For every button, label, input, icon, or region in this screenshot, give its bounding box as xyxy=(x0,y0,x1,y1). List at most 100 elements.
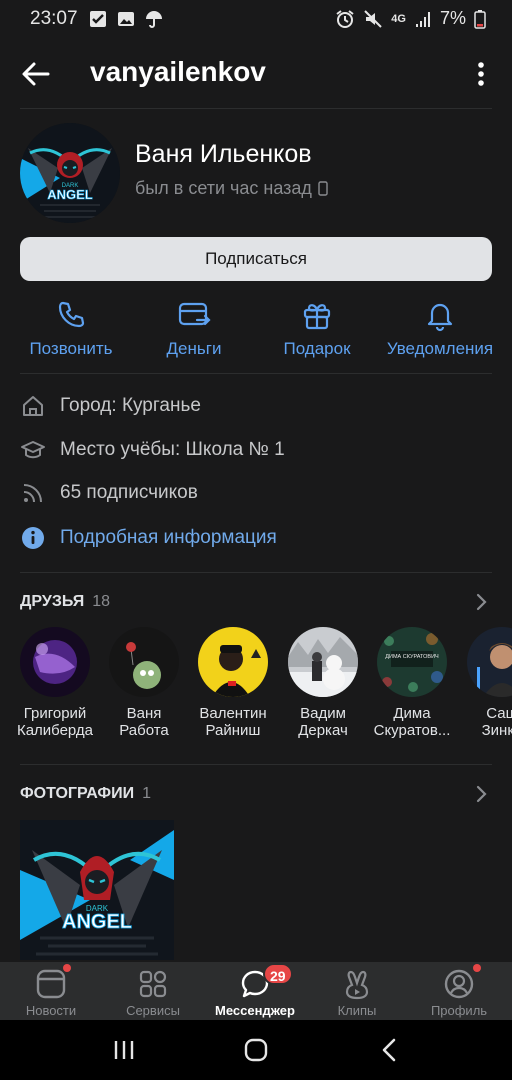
photo-thumbnail[interactable]: DARK ANGEL xyxy=(20,820,174,960)
unread-badge: 29 xyxy=(263,963,293,985)
friend-item[interactable]: СашЗинке xyxy=(456,627,512,747)
notification-dot xyxy=(63,964,71,972)
divider xyxy=(20,373,492,374)
friend-item[interactable]: Ваня Работа xyxy=(98,627,190,747)
friend-avatar xyxy=(109,627,179,697)
notifications-label: Уведомления xyxy=(386,339,494,358)
page-title: vanyailenkov xyxy=(90,56,266,87)
bell-icon xyxy=(427,303,453,332)
mute-icon xyxy=(364,9,383,28)
friends-header[interactable]: ДРУЗЬЯ 18 xyxy=(20,587,492,617)
system-back-icon[interactable] xyxy=(374,1034,406,1066)
money-transfer-icon xyxy=(178,302,211,326)
friend-name: Григорий Калиберда xyxy=(16,705,94,739)
friend-name: Валентин Райниш xyxy=(199,705,267,739)
friend5-caption: ДИМА СКУРАТОВИЧ xyxy=(385,654,439,660)
friend-name: СашЗинке xyxy=(481,705,512,739)
profile-icon xyxy=(444,969,474,999)
clips-icon xyxy=(345,970,369,1000)
friend-item[interactable]: ДИМА СКУРАТОВИЧ Дима Скуратов... xyxy=(366,627,458,747)
app-bar: vanyailenkov xyxy=(0,40,512,108)
photos-header[interactable]: ФОТОГРАФИИ 1 xyxy=(20,779,492,809)
details-link-text: Подробная информация xyxy=(60,527,277,548)
photo-big-text: ANGEL xyxy=(62,911,132,933)
chevron-right-icon xyxy=(476,593,487,611)
divider xyxy=(20,572,492,573)
battery-icon xyxy=(474,9,486,29)
status-notification-icons xyxy=(88,9,164,29)
profile-avatar[interactable]: DARK ANGEL xyxy=(20,123,120,223)
network-type: 4G xyxy=(391,12,406,25)
back-arrow-icon[interactable] xyxy=(18,56,54,92)
divider xyxy=(20,108,492,109)
friend-avatar xyxy=(467,627,512,697)
tab-profile[interactable]: Профиль xyxy=(408,962,510,1020)
info-icon xyxy=(22,527,44,549)
quick-actions: Позвонить Деньги Подарок Уведомления xyxy=(0,296,512,366)
info-city: Город: Курганье xyxy=(20,388,492,424)
image-notification-icon xyxy=(118,12,134,26)
umbrella-notification-icon xyxy=(146,11,162,28)
bottom-tab-bar: Новости Сервисы 29 Мессенджер Клипы Проф… xyxy=(0,962,512,1020)
tab-label: Мессенджер xyxy=(215,1003,295,1018)
alarm-icon xyxy=(336,9,354,28)
checkbox-notification-icon xyxy=(90,11,106,27)
services-icon xyxy=(139,970,167,998)
tab-label: Новости xyxy=(25,1003,77,1018)
friend-avatar: ДИМА СКУРАТОВИЧ xyxy=(377,627,447,697)
info-followers[interactable]: 65 подписчиков xyxy=(20,475,492,511)
notifications-button[interactable]: Уведомления xyxy=(376,296,504,366)
gift-label: Подарок xyxy=(283,339,351,358)
phone-icon xyxy=(58,301,85,328)
tab-label: Сервисы xyxy=(126,1003,180,1018)
call-label: Позвонить xyxy=(29,339,113,358)
tab-news[interactable]: Новости xyxy=(0,962,102,1020)
notification-dot xyxy=(473,964,481,972)
friend-item[interactable]: Григорий Калиберда xyxy=(9,627,101,747)
info-school: Место учёбы: Школа № 1 xyxy=(20,432,492,468)
school-text: Место учёбы: Школа № 1 xyxy=(60,439,285,460)
details-link[interactable]: Подробная информация xyxy=(20,520,492,556)
mobile-device-icon xyxy=(318,181,328,196)
chevron-right-icon xyxy=(476,785,487,803)
money-button[interactable]: Деньги xyxy=(130,296,258,366)
recent-apps-icon[interactable] xyxy=(108,1034,140,1066)
friend-avatar xyxy=(198,627,268,697)
gift-button[interactable]: Подарок xyxy=(253,296,381,366)
rss-followers-icon xyxy=(23,484,42,503)
avatar-big-text: ANGEL xyxy=(47,187,93,202)
status-system-icons: 4G 7% xyxy=(335,8,486,29)
education-icon xyxy=(21,441,45,459)
news-icon xyxy=(36,969,66,999)
more-options-icon[interactable] xyxy=(466,56,496,92)
tab-label: Клипы xyxy=(337,1003,377,1018)
tab-messenger[interactable]: 29 Мессенджер xyxy=(204,962,306,1020)
friend-avatar xyxy=(20,627,90,697)
divider xyxy=(20,764,492,765)
call-button[interactable]: Позвонить xyxy=(7,296,135,366)
friend-name: Вадим Деркач xyxy=(298,705,348,739)
tab-services[interactable]: Сервисы xyxy=(102,962,204,1020)
subscribe-button[interactable]: Подписаться xyxy=(20,237,492,281)
tab-label: Профиль xyxy=(430,1003,488,1018)
status-time: 23:07 xyxy=(30,8,78,29)
money-label: Деньги xyxy=(166,339,222,358)
battery-percent: 7% xyxy=(439,8,466,28)
tab-clips[interactable]: Клипы xyxy=(306,962,408,1020)
status-bar: 23:07 4G 7% xyxy=(0,0,512,40)
photos-count: 1 xyxy=(142,785,151,802)
system-navigation-bar xyxy=(0,1020,512,1080)
friend-item[interactable]: Валентин Райниш xyxy=(187,627,279,747)
profile-online-status: был в сети час назад xyxy=(135,178,328,199)
friends-list: Григорий Калиберда Ваня Работа Валентин Рай… xyxy=(0,627,512,747)
friends-count: 18 xyxy=(92,593,111,610)
friend-item[interactable]: Вадим Деркач xyxy=(277,627,369,747)
signal-icon xyxy=(415,11,430,27)
friend-name: Ваня Работа xyxy=(119,705,169,739)
city-text: Город: Курганье xyxy=(60,395,201,416)
dark-angel-logo: DARK ANGEL xyxy=(20,123,120,223)
profile-name: Ваня Ильенков xyxy=(135,140,312,168)
home-icon xyxy=(23,396,43,416)
friends-title: ДРУЗЬЯ xyxy=(20,593,85,610)
home-button-icon[interactable] xyxy=(240,1034,272,1066)
